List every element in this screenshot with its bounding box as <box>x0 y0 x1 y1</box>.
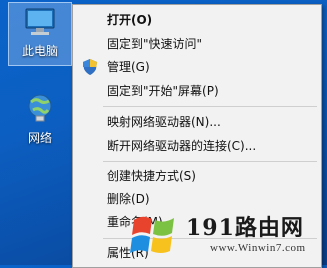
desktop-icon-network[interactable]: 网络 <box>8 90 72 146</box>
desktop-icon-label: 此电脑 <box>21 44 58 58</box>
menu-item-open[interactable]: 打开(O) <box>73 9 321 31</box>
menu-item-create-shortcut[interactable]: 创建快捷方式(S) <box>73 165 321 187</box>
desktop-icon-label: 网络 <box>27 131 52 145</box>
desktop-icon-this-pc[interactable]: 此电脑 <box>8 2 72 66</box>
menu-item-label: 管理(G) <box>107 60 150 74</box>
watermark-logo: 191路由网 www.Winwin7.com <box>128 208 327 265</box>
menu-item-manage[interactable]: 管理(G) <box>73 56 321 78</box>
menu-separator <box>103 106 317 107</box>
menu-separator <box>103 161 317 162</box>
menu-item-pin-start[interactable]: 固定到"开始"屏幕(P) <box>73 80 321 102</box>
network-icon <box>28 94 52 122</box>
menu-item-disconnect-network-drive[interactable]: 断开网络驱动器的连接(C)... <box>73 135 321 157</box>
menu-item-pin-quick-access[interactable]: 固定到"快速访问" <box>73 33 321 55</box>
menu-item-delete[interactable]: 删除(D) <box>73 188 321 210</box>
watermark-url: www.Winwin7.com <box>210 242 306 254</box>
computer-icon <box>25 8 55 35</box>
shield-icon <box>83 59 97 75</box>
windows-flag-icon <box>130 216 174 253</box>
menu-item-map-network-drive[interactable]: 映射网络驱动器(N)... <box>73 111 321 133</box>
watermark-title: 191路由网 <box>186 215 304 241</box>
